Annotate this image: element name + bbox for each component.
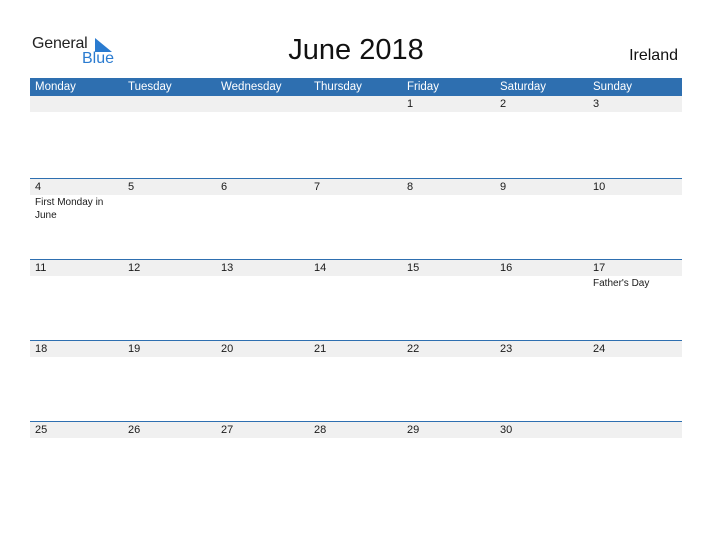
- day-cell: 27: [216, 422, 309, 503]
- day-cell: 5: [123, 179, 216, 260]
- day-number: 27: [221, 424, 234, 436]
- day-number: 9: [500, 181, 507, 193]
- day-cell: 11: [30, 260, 123, 341]
- day-number: 5: [128, 181, 135, 193]
- day-cell: 12: [123, 260, 216, 341]
- day-number: 2: [500, 98, 507, 110]
- weekday-tuesday: Tuesday: [128, 81, 172, 93]
- day-number: 19: [128, 343, 141, 355]
- weekday-thursday: Thursday: [314, 81, 362, 93]
- holiday-label: First Monday in June: [35, 197, 104, 221]
- day-cell: 19: [123, 341, 216, 422]
- day-cell: 16: [495, 260, 588, 341]
- day-number: 22: [407, 343, 420, 355]
- day-cell: 7: [309, 179, 402, 260]
- day-number: 7: [314, 181, 321, 193]
- day-cell: 9: [495, 179, 588, 260]
- day-number: 28: [314, 424, 327, 436]
- day-cell: 17 Father's Day: [588, 260, 681, 341]
- country-label: Ireland: [629, 47, 678, 64]
- day-number: 3: [593, 98, 600, 110]
- day-number: 13: [221, 262, 234, 274]
- day-number: 15: [407, 262, 420, 274]
- day-cell: 6: [216, 179, 309, 260]
- day-cell: 21: [309, 341, 402, 422]
- weekday-saturday: Saturday: [500, 81, 547, 93]
- weekday-header: Monday Tuesday Wednesday Thursday Friday…: [30, 78, 682, 96]
- day-cell: 26: [123, 422, 216, 503]
- day-cell: 14: [309, 260, 402, 341]
- day-number: 1: [407, 98, 414, 110]
- day-cell: 4 First Monday in June: [30, 179, 123, 260]
- weekday-friday: Friday: [407, 81, 439, 93]
- day-number: 17: [593, 262, 606, 274]
- week-row: 18 19 20 21 22 23 24: [30, 340, 682, 422]
- day-cell: 22: [402, 341, 495, 422]
- week-row: 11 12 13 14 15 16 17 Father's Day: [30, 259, 682, 341]
- day-cell: 30: [495, 422, 588, 503]
- day-number: 14: [314, 262, 327, 274]
- day-cell: 10: [588, 179, 681, 260]
- day-number: 21: [314, 343, 327, 355]
- day-cell: [123, 96, 216, 177]
- week-row: 25 26 27 28 29 30: [30, 421, 682, 503]
- day-number: 25: [35, 424, 48, 436]
- day-cell: 15: [402, 260, 495, 341]
- day-cell: 23: [495, 341, 588, 422]
- page-title: June 2018: [288, 34, 424, 66]
- day-cell: 8: [402, 179, 495, 260]
- day-number: 8: [407, 181, 414, 193]
- day-number: 29: [407, 424, 420, 436]
- day-cell: [30, 96, 123, 177]
- day-number: 18: [35, 343, 48, 355]
- day-number: 24: [593, 343, 606, 355]
- day-cell: 13: [216, 260, 309, 341]
- day-cell: 20: [216, 341, 309, 422]
- week-row: 4 First Monday in June 5 6 7 8 9 10: [30, 178, 682, 260]
- day-cell: 18: [30, 341, 123, 422]
- week-row: 1 2 3: [30, 96, 682, 177]
- holiday-label: Father's Day: [593, 278, 650, 289]
- day-cell: 2: [495, 96, 588, 177]
- day-number: 11: [35, 262, 47, 274]
- day-number: 4: [35, 181, 42, 193]
- day-number: 10: [593, 181, 606, 193]
- day-cell: 1: [402, 96, 495, 177]
- day-number: 12: [128, 262, 141, 274]
- day-cell: [309, 96, 402, 177]
- day-cell: [588, 422, 681, 503]
- day-number: 20: [221, 343, 234, 355]
- day-cell: 25: [30, 422, 123, 503]
- day-cell: 28: [309, 422, 402, 503]
- day-number: 23: [500, 343, 513, 355]
- day-number: 16: [500, 262, 513, 274]
- day-cell: 3: [588, 96, 681, 177]
- weekday-monday: Monday: [35, 81, 76, 93]
- day-cell: 29: [402, 422, 495, 503]
- day-number: 26: [128, 424, 141, 436]
- weekday-wednesday: Wednesday: [221, 81, 282, 93]
- weekday-sunday: Sunday: [593, 81, 633, 93]
- day-number: 6: [221, 181, 228, 193]
- day-cell: [216, 96, 309, 177]
- day-cell: 24: [588, 341, 681, 422]
- day-number: 30: [500, 424, 513, 436]
